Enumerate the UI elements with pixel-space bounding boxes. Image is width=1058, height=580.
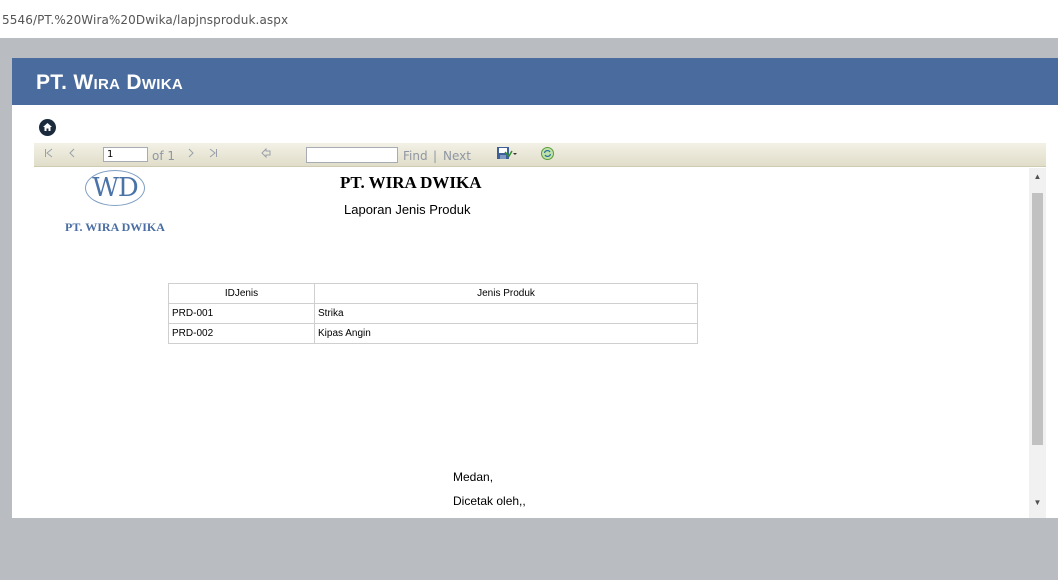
find-input[interactable] [306, 147, 398, 163]
export-icon[interactable] [496, 146, 518, 165]
report-toolbar: of 1 Find | Next [34, 143, 1046, 167]
scroll-down-icon[interactable]: ▼ [1029, 498, 1046, 507]
logo-company-name: PT. WIRA DWIKA [65, 220, 165, 234]
cell-jenis-produk: Strika [314, 303, 698, 324]
cell-idjenis: PRD-001 [168, 303, 315, 324]
refresh-icon[interactable] [540, 146, 555, 164]
table-row: PRD-002 Kipas Angin [168, 323, 698, 344]
previous-page-icon[interactable] [68, 147, 76, 162]
first-page-icon[interactable] [44, 147, 54, 162]
last-page-icon[interactable] [208, 147, 218, 162]
page-count: of 1 [152, 149, 176, 163]
site-header: PT. Wira Dwika [12, 58, 1058, 105]
footer-city: Medan, [453, 470, 494, 484]
table-header-row: IDJenis Jenis Produk [168, 283, 698, 304]
table-row: PRD-001 Strika [168, 303, 698, 324]
report-viewer: WD PT. WIRA DWIKA PT. WIRA DWIKA Laporan… [34, 168, 1046, 518]
footer-printed-by: Dicetak oleh,, [453, 494, 526, 508]
column-header-idjenis: IDJenis [168, 283, 315, 304]
home-icon[interactable] [39, 119, 56, 136]
product-type-table: IDJenis Jenis Produk PRD-001 Strika PRD-… [168, 283, 698, 344]
find-separator: | [433, 149, 438, 163]
logo-mark: WD [85, 170, 145, 206]
scroll-up-icon[interactable]: ▲ [1029, 172, 1046, 181]
report-title: PT. WIRA DWIKA [340, 173, 482, 192]
back-icon[interactable] [260, 147, 272, 162]
column-header-jenis-produk: Jenis Produk [314, 283, 698, 304]
address-bar[interactable]: 5546/PT.%20Wira%20Dwika/lapjnsproduk.asp… [0, 0, 1058, 38]
next-page-icon[interactable] [187, 147, 195, 162]
logo-mark-text: WD [92, 173, 139, 203]
brand-title: PT. Wira Dwika [36, 71, 184, 94]
report-subtitle: Laporan Jenis Produk [344, 202, 471, 217]
scrollbar-thumb[interactable] [1032, 193, 1043, 445]
find-button[interactable]: Find [403, 149, 428, 163]
cell-jenis-produk: Kipas Angin [314, 323, 698, 344]
company-logo: WD PT. WIRA DWIKA [57, 168, 197, 238]
page-number-input[interactable] [103, 147, 148, 162]
next-button[interactable]: Next [443, 149, 471, 163]
cell-idjenis: PRD-002 [168, 323, 315, 344]
vertical-scrollbar[interactable]: ▲ ▼ [1029, 168, 1046, 518]
page-content: PT. Wira Dwika of 1 Find | Next [12, 58, 1058, 518]
url-text[interactable]: 5546/PT.%20Wira%20Dwika/lapjnsproduk.asp… [2, 13, 288, 27]
